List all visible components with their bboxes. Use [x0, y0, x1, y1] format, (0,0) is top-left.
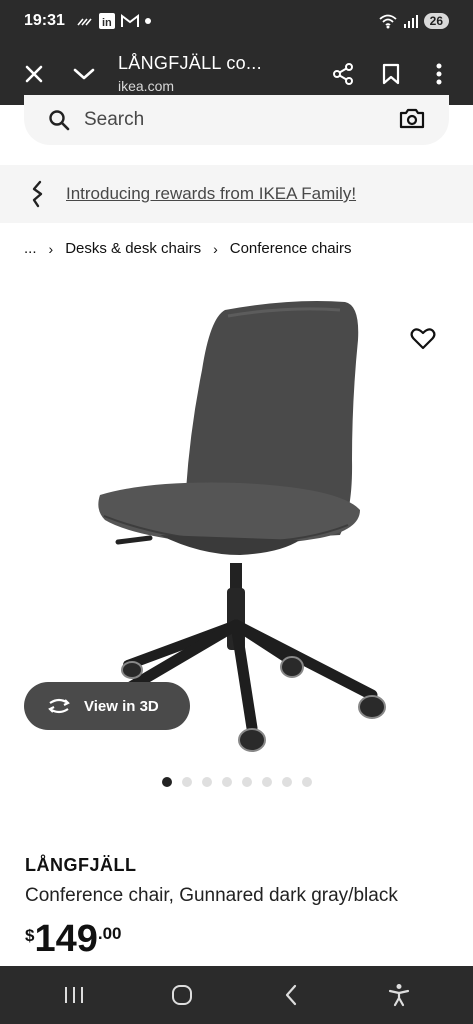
- close-tab-button[interactable]: [14, 54, 54, 94]
- linkedin-icon: in: [98, 13, 115, 29]
- chevron-right-icon: ›: [213, 240, 218, 257]
- svg-text:in: in: [102, 17, 112, 29]
- breadcrumb-item-conference-chairs[interactable]: Conference chairs: [230, 240, 352, 257]
- carousel-dot[interactable]: [162, 777, 172, 787]
- wifi-icon: [379, 14, 397, 29]
- search-area: Search: [0, 95, 473, 153]
- share-icon: [333, 62, 353, 85]
- carousel-dot[interactable]: [222, 777, 232, 787]
- view-in-3d-label: View in 3D: [84, 697, 159, 715]
- breadcrumb: ... › Desks & desk chairs › Conference c…: [24, 240, 351, 257]
- visual-search-button[interactable]: [399, 107, 425, 134]
- product-description: Conference chair, Gunnared dark gray/bla…: [25, 885, 398, 906]
- price-integer: 149: [34, 918, 98, 960]
- chevron-down-icon: [73, 68, 95, 79]
- product-price: $ 149 .00: [25, 920, 122, 958]
- carousel-dot[interactable]: [302, 777, 312, 787]
- more-vertical-icon: [436, 63, 442, 84]
- carousel-dot[interactable]: [242, 777, 252, 787]
- accessibility-button[interactable]: [375, 971, 423, 1019]
- page-title: LÅNGFJÄLL co...: [118, 53, 262, 73]
- page-info[interactable]: LÅNGFJÄLL co... ikea.com: [118, 53, 323, 94]
- signal-icon: [403, 15, 418, 28]
- call-forward-icon: [77, 18, 92, 26]
- notification-icons: in: [77, 13, 151, 29]
- bookmark-icon: [382, 63, 400, 84]
- status-right: 26: [378, 13, 449, 29]
- recent-apps-button[interactable]: [50, 971, 98, 1019]
- minimize-button[interactable]: [64, 54, 104, 94]
- chevron-right-icon: ›: [48, 240, 54, 257]
- carousel-indicator: [162, 777, 312, 787]
- back-icon: [285, 984, 296, 1006]
- accessibility-icon: [388, 984, 409, 1007]
- price-decimal: .00: [97, 924, 122, 943]
- search-icon: [49, 110, 70, 131]
- price-currency: $: [25, 926, 35, 945]
- recents-icon: [65, 987, 84, 1003]
- carousel-dot[interactable]: [282, 777, 292, 787]
- status-bar: 19:31 in 26: [0, 0, 473, 42]
- camera-icon: [399, 108, 425, 128]
- home-button[interactable]: [158, 971, 206, 1019]
- promo-link[interactable]: Introducing rewards from IKEA Family!: [66, 184, 356, 204]
- battery-indicator: 26: [423, 13, 449, 29]
- page-url: ikea.com: [118, 78, 175, 94]
- promo-banner[interactable]: Introducing rewards from IKEA Family!: [0, 165, 473, 223]
- gmail-icon: [120, 14, 139, 27]
- breadcrumb-item-desks[interactable]: Desks & desk chairs: [65, 240, 201, 257]
- share-button[interactable]: [323, 54, 363, 94]
- close-icon: [25, 65, 43, 82]
- more-options-button[interactable]: [419, 54, 459, 94]
- bookmark-button[interactable]: [371, 54, 411, 94]
- dot-icon: [144, 18, 151, 24]
- carousel-dot[interactable]: [262, 777, 272, 787]
- carousel-dot[interactable]: [202, 777, 212, 787]
- product-name: LÅNGFJÄLL: [25, 855, 137, 875]
- view-in-3d-button[interactable]: View in 3D: [24, 682, 190, 730]
- breadcrumb-ellipsis[interactable]: ...: [24, 240, 37, 257]
- carousel-dot[interactable]: [182, 777, 192, 787]
- status-time: 19:31: [24, 12, 65, 29]
- search-input[interactable]: Search: [24, 95, 449, 145]
- rotate-3d-icon: [48, 698, 70, 714]
- heart-icon: [410, 328, 436, 350]
- favorite-button[interactable]: [410, 327, 436, 356]
- system-navigation-bar: [0, 966, 473, 1024]
- ikea-family-icon: [32, 180, 43, 208]
- search-placeholder: Search: [84, 109, 145, 130]
- home-icon: [172, 985, 193, 1005]
- back-button[interactable]: [267, 971, 315, 1019]
